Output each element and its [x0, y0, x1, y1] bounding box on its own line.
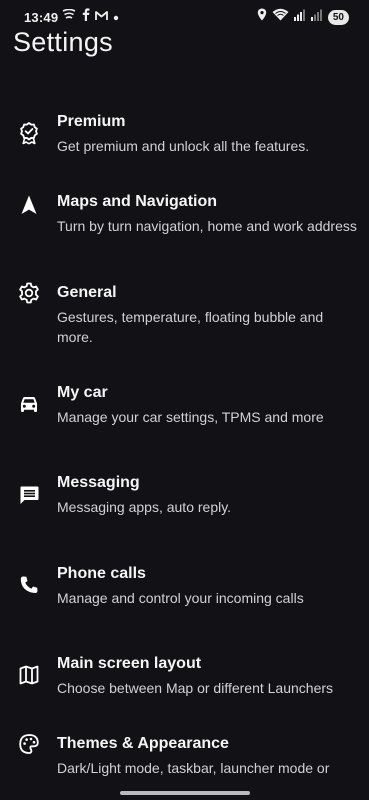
palette-icon — [17, 732, 41, 756]
gesture-nav-handle[interactable] — [120, 791, 250, 795]
location-icon — [257, 8, 267, 26]
settings-item-title: Themes & Appearance — [57, 735, 229, 752]
settings-item-messaging[interactable]: Messaging Messaging apps, auto reply. — [0, 474, 369, 524]
settings-item-description: Choose between Map or different Launcher… — [57, 680, 334, 696]
settings-item-maps-navigation[interactable]: Maps and Navigation Turn by turn navigat… — [0, 193, 369, 263]
notification-dot-icon — [113, 8, 119, 26]
navigation-arrow-icon — [17, 193, 41, 217]
status-time: 13:49 — [24, 10, 59, 25]
gmail-icon — [95, 8, 108, 26]
settings-item-description: Dark/Light mode, taskbar, launcher mode … — [57, 760, 330, 776]
settings-item-title: General — [57, 284, 117, 301]
battery-indicator: 50 — [327, 9, 349, 25]
settings-item-phone-calls[interactable]: Phone calls Manage and control your inco… — [0, 565, 369, 615]
settings-item-main-screen-layout[interactable]: Main screen layout Choose between Map or… — [0, 655, 369, 705]
settings-item-title: Phone calls — [57, 565, 146, 582]
settings-item-description: Turn by turn navigation, home and work a… — [57, 218, 357, 234]
status-system-icons: 50 — [257, 8, 349, 26]
signal-weak-icon — [310, 8, 323, 26]
settings-item-title: Main screen layout — [57, 655, 202, 672]
settings-item-title: My car — [57, 384, 108, 401]
settings-item-description: Manage and control your incoming calls — [57, 590, 304, 606]
message-icon — [17, 483, 41, 507]
settings-item-description: Manage your car settings, TPMS and more — [57, 409, 324, 425]
premium-badge-icon — [17, 121, 41, 145]
settings-item-my-car[interactable]: My car Manage your car settings, TPMS an… — [0, 384, 369, 434]
settings-item-description: Get premium and unlock all the features. — [57, 138, 310, 154]
settings-item-description: Messaging apps, auto reply. — [57, 499, 232, 515]
gear-icon — [17, 281, 41, 305]
settings-item-title: Premium — [57, 113, 126, 130]
settings-item-title: Maps and Navigation — [57, 193, 218, 210]
settings-item-description: Gestures, temperature, floating bubble a… — [57, 309, 324, 345]
settings-item-themes-appearance[interactable]: Themes & Appearance Dark/Light mode, tas… — [0, 732, 369, 785]
settings-item-premium[interactable]: Premium Get premium and unlock all the f… — [0, 113, 369, 173]
page-title: Settings — [13, 27, 113, 57]
phone-icon — [17, 573, 41, 597]
map-icon — [17, 663, 41, 687]
settings-item-general[interactable]: General Gestures, temperature, floating … — [0, 281, 369, 354]
facebook-icon — [81, 8, 90, 26]
car-icon — [17, 393, 41, 417]
cast-icon — [62, 8, 76, 26]
settings-item-title: Messaging — [57, 474, 140, 491]
wifi-icon — [272, 8, 289, 26]
status-notification-icons — [62, 8, 119, 26]
signal-icon — [293, 8, 306, 26]
